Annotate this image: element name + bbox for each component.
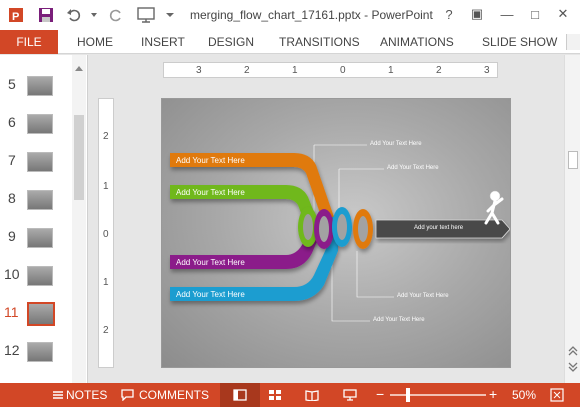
slide-thumbnail-selected[interactable] [27,302,55,326]
normal-view-icon [233,389,247,401]
tab-animations[interactable]: ANIMATIONS [380,35,454,49]
maximize-button[interactable]: □ [524,4,546,24]
redo-icon[interactable] [106,5,126,25]
undo-icon[interactable] [64,5,84,25]
flow-bar-label[interactable]: Add Your Text Here [176,156,245,165]
slide-number: 10 [4,266,20,282]
flow-bar-label[interactable]: Add Your Text Here [176,258,245,267]
scroll-up-icon[interactable] [74,59,84,71]
ruler-number: 3 [484,65,490,76]
tab-slide-show[interactable]: SLIDE SHOW [482,35,557,49]
previous-slide-icon[interactable] [567,343,579,356]
slide-thumbnail[interactable] [27,152,53,172]
window-title: merging_flow_chart_17161.pptx - PowerPoi… [190,8,433,22]
horizontal-ruler: 3 2 1 0 1 2 3 [163,62,498,78]
ruler-number: 2 [436,65,442,76]
callout-text[interactable]: Add Your Text Here [370,141,422,147]
ruler-number: 1 [292,65,298,76]
normal-view-button[interactable] [220,383,260,407]
merging-flow-diagram [170,144,510,322]
undo-dropdown-icon[interactable] [84,5,104,25]
ruler-number: 1 [103,277,109,288]
flow-bar-label[interactable]: Add Your Text Here [176,290,245,299]
help-button[interactable]: ? [438,4,460,24]
arrow-text[interactable]: Add your text here [414,225,463,231]
person-figure-icon [484,190,504,225]
ruler-number: 0 [340,65,346,76]
ruler-number: 2 [103,325,109,336]
slide-number: 5 [8,76,16,92]
vertical-ruler: 2 1 0 1 2 [98,98,114,368]
zoom-level[interactable]: 50% [512,388,536,402]
slide-canvas[interactable]: Add Your Text Here Add Your Text Here Ad… [161,98,511,368]
tab-transitions[interactable]: TRANSITIONS [279,35,360,49]
ruler-number: 0 [103,229,109,240]
svg-text:P: P [12,11,19,23]
tab-design[interactable]: DESIGN [208,35,254,49]
tab-insert[interactable]: INSERT [141,35,185,49]
slide-sorter-icon[interactable] [268,389,282,404]
slide-number: 8 [8,190,16,206]
save-icon[interactable] [36,5,56,25]
slide-thumbnail[interactable] [27,114,53,134]
zoom-slider-thumb[interactable] [406,388,410,402]
title-bar: P merging_flow_chart_17161.pptx - PowerP… [0,0,580,30]
status-bar: NOTES COMMENTS − + 50% [0,383,580,407]
ribbon-collapse-edge [566,34,580,50]
zoom-in-icon[interactable]: + [489,386,497,402]
slide-thumbnail[interactable] [27,190,53,210]
scroll-thumb[interactable] [74,115,84,200]
scroll-thumb[interactable] [568,151,578,169]
ribbon-tabs: FILE HOME INSERT DESIGN TRANSITIONS ANIM… [0,30,580,54]
slide-number: 6 [8,114,16,130]
ruler-number: 1 [103,181,109,192]
flow-bar-label[interactable]: Add Your Text Here [176,188,245,197]
slide-thumbnail[interactable] [27,266,53,286]
slide-number-selected: 11 [4,304,19,320]
tab-home[interactable]: HOME [77,35,113,49]
ruler-number: 2 [103,131,109,142]
slideshow-from-start-icon[interactable] [136,5,156,25]
slide-number: 7 [8,152,16,168]
notes-button[interactable]: NOTES [66,388,107,402]
callout-text[interactable]: Add Your Text Here [387,165,439,171]
slide-thumbnail[interactable] [27,228,53,248]
slide-show-icon[interactable] [343,389,357,404]
next-slide-icon[interactable] [567,359,579,372]
editor-vertical-scrollbar[interactable] [564,55,580,383]
customize-toolbar-icon[interactable] [160,5,180,25]
reading-view-icon[interactable] [305,389,319,404]
callout-text[interactable]: Add Your Text Here [373,317,425,323]
comments-icon[interactable] [121,389,134,404]
minimize-button[interactable]: — [496,4,518,24]
notes-icon[interactable] [52,389,64,404]
tab-file[interactable]: FILE [0,30,58,54]
close-button[interactable]: ✕ [552,4,574,24]
zoom-slider[interactable] [390,394,486,396]
ribbon-display-options-button[interactable]: ▣ [466,4,488,24]
powerpoint-logo-icon[interactable]: P [6,5,26,25]
comments-button[interactable]: COMMENTS [139,388,209,402]
zoom-out-icon[interactable]: − [376,386,384,402]
slide-number: 9 [8,228,16,244]
slide-thumbnail[interactable] [27,342,53,362]
fit-to-window-icon[interactable] [550,388,564,405]
slides-pane-scrollbar[interactable] [72,55,86,383]
slide-thumbnail[interactable] [27,76,53,96]
callout-text[interactable]: Add Your Text Here [397,293,449,299]
ruler-number: 3 [196,65,202,76]
slide-number: 12 [4,342,20,358]
ruler-number: 1 [388,65,394,76]
ruler-number: 2 [244,65,250,76]
slides-pane: 5 6 7 8 9 10 11 12 [0,55,88,383]
